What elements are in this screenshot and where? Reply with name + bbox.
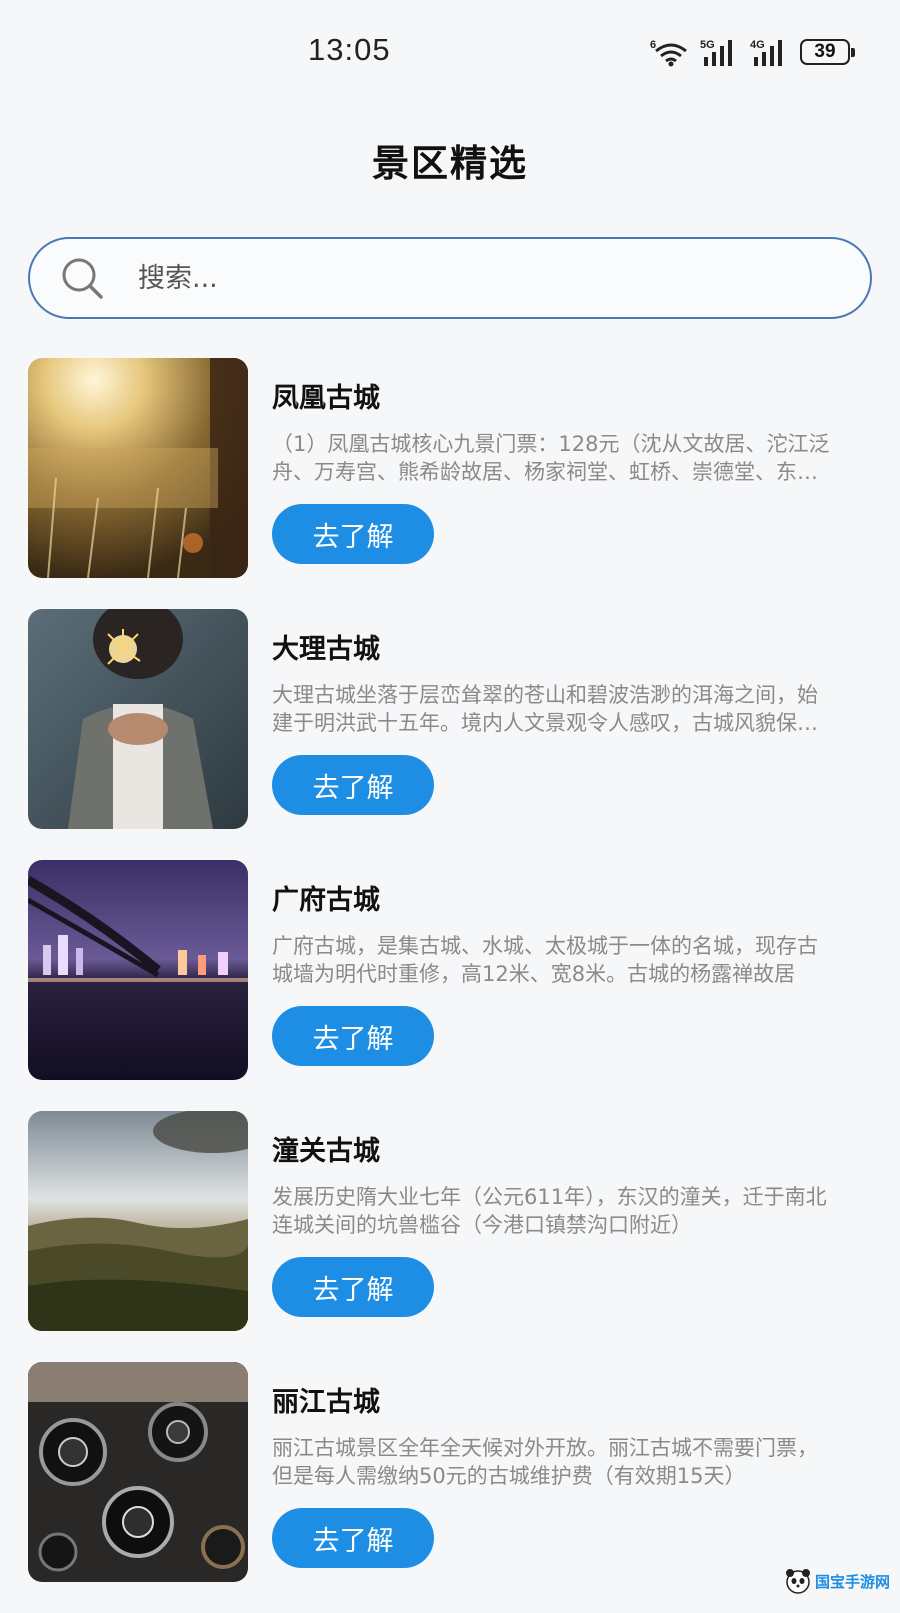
thumbnail-image xyxy=(28,1111,248,1331)
watermark: 国宝手游网 xyxy=(785,1568,890,1594)
learn-more-button[interactable]: 去了解 xyxy=(272,755,434,815)
signal-5g-icon: 5G xyxy=(700,39,732,66)
wifi-label: 6 xyxy=(650,39,656,51)
item-title: 潼关古城 xyxy=(272,1136,380,1167)
battery-level: 39 xyxy=(814,41,836,62)
learn-more-button[interactable]: 去了解 xyxy=(272,1006,434,1066)
status-time: 13:05 xyxy=(308,32,391,67)
thumbnail-image xyxy=(28,1362,248,1582)
learn-more-button[interactable]: 去了解 xyxy=(272,504,434,564)
wifi-icon: 6 xyxy=(650,39,687,67)
item-description: 大理古城坐落于层峦耸翠的苍山和碧波浩渺的洱海之间，始建于明洪武十五年。境内人文景… xyxy=(272,683,818,735)
item-description: 丽江古城景区全年全天候对外开放。丽江古城不需要门票，但是每人需缴纳50元的古城维… xyxy=(272,1436,818,1488)
search-input[interactable] xyxy=(136,261,780,295)
item-title: 大理古城 xyxy=(272,634,380,665)
item-title: 丽江古城 xyxy=(272,1387,380,1418)
watermark-text: 国宝手游网 xyxy=(814,1572,890,1591)
panda-logo-icon xyxy=(785,1569,810,1594)
list-item-guangfu[interactable]: 广府古城 广府古城，是集古城、水城、太极城于一体的名城，现存古城墙为明代时重修，… xyxy=(0,860,900,1080)
list-item-dali[interactable]: 大理古城 大理古城坐落于层峦耸翠的苍山和碧波浩渺的洱海之间，始建于明洪武十五年。… xyxy=(0,609,900,829)
learn-more-button[interactable]: 去了解 xyxy=(272,1257,434,1317)
item-description: （1）凤凰古城核心九景门票：128元（沈从文故居、沱江泛舟、万寿宫、熊希龄故居、… xyxy=(272,432,830,484)
signal-4g-label: 4G xyxy=(750,39,765,51)
item-description: 广府古城，是集古城、水城、太极城于一体的名城，现存古城墙为明代时重修，高12米、… xyxy=(272,934,818,986)
signal-5g-label: 5G xyxy=(700,39,715,51)
scenic-list: 凤凰古城 （1）凤凰古城核心九景门票：128元（沈从文故居、沱江泛舟、万寿宫、熊… xyxy=(0,358,900,1613)
item-title: 凤凰古城 xyxy=(272,383,380,414)
search-icon[interactable] xyxy=(60,256,104,300)
thumbnail-image xyxy=(28,860,248,1080)
status-bar: 13:05 6 5G 4G 39 xyxy=(0,0,900,100)
list-item-tongguan[interactable]: 潼关古城 发展历史隋大业七年（公元611年），东汉的潼关，迁于南北连城关间的坑兽… xyxy=(0,1111,900,1331)
thumbnail-image xyxy=(28,609,248,829)
signal-4g-icon: 4G xyxy=(750,39,782,66)
item-title: 广府古城 xyxy=(272,885,380,916)
battery-icon: 39 xyxy=(800,39,855,65)
list-item-lijiang[interactable]: 丽江古城 丽江古城景区全年全天候对外开放。丽江古城不需要门票，但是每人需缴纳50… xyxy=(0,1362,900,1582)
thumbnail-image xyxy=(28,358,248,578)
status-icons: 6 5G 4G 39 xyxy=(650,34,855,70)
item-description: 发展历史隋大业七年（公元611年），东汉的潼关，迁于南北连城关间的坑兽槛谷（今港… xyxy=(272,1185,827,1237)
page-title: 景区精选 xyxy=(372,142,528,185)
list-item-fenghuang[interactable]: 凤凰古城 （1）凤凰古城核心九景门票：128元（沈从文故居、沱江泛舟、万寿宫、熊… xyxy=(0,358,900,578)
search-bar[interactable] xyxy=(28,237,872,319)
learn-more-button[interactable]: 去了解 xyxy=(272,1508,434,1568)
